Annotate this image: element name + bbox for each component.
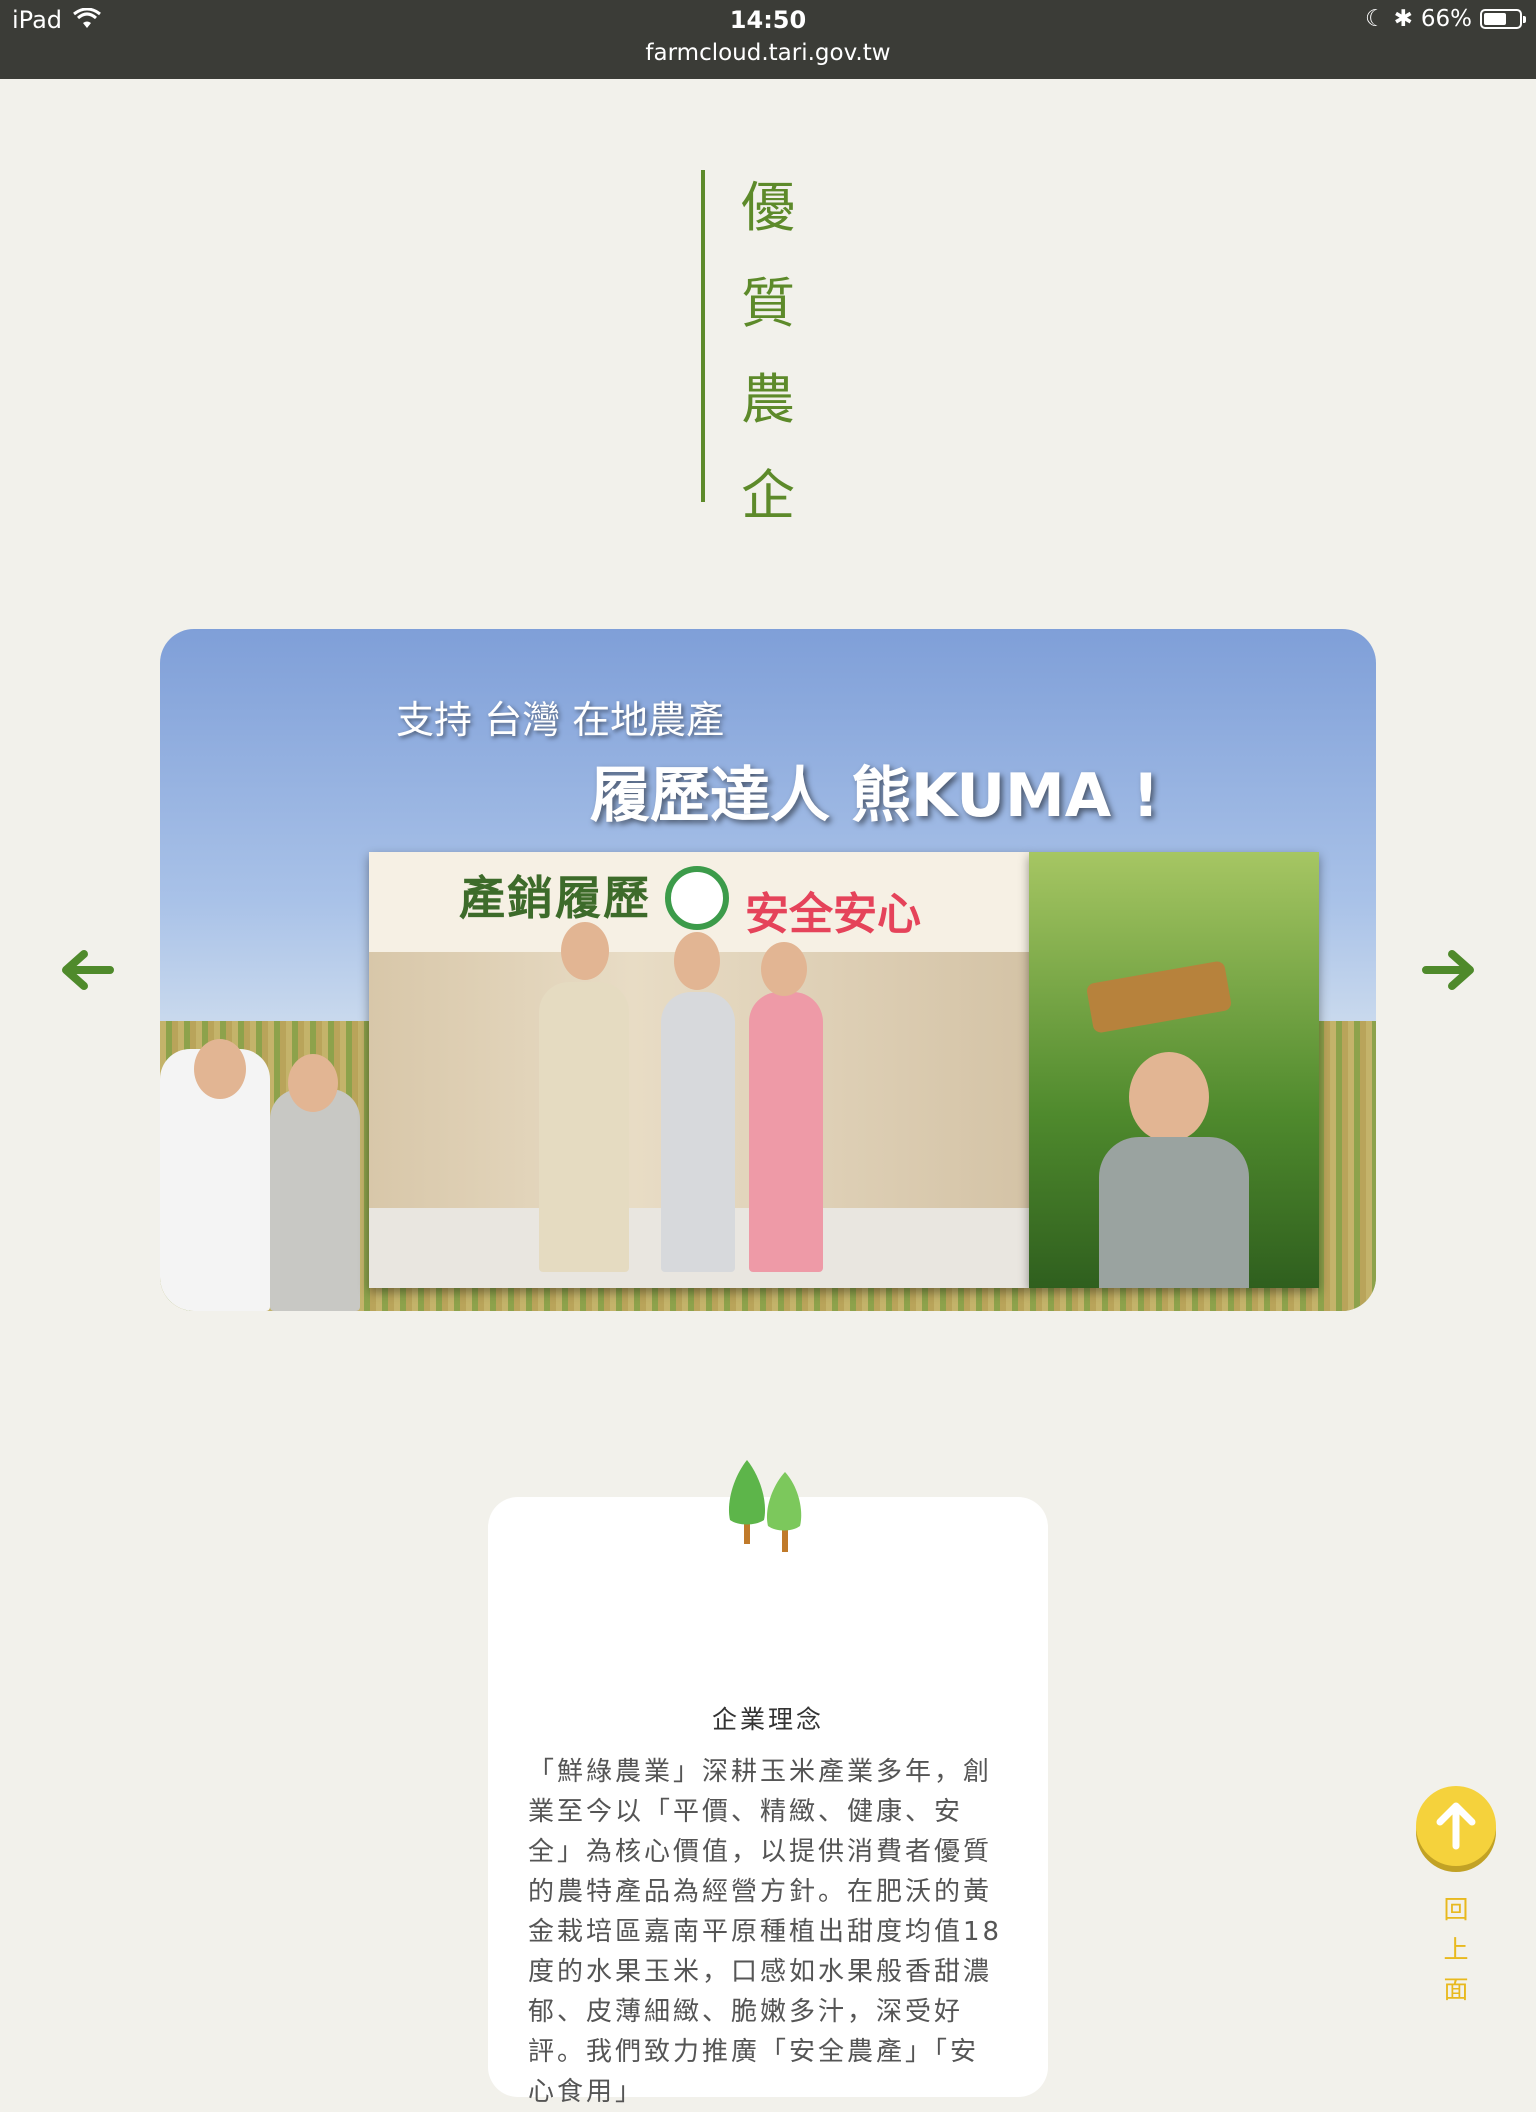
promo-banner[interactable]: 支持 台灣 在地農產 履歷達人 熊KUMA ! 產銷履歷 安全安心 <box>160 629 1376 1311</box>
status-bar: iPad 14:50 farmcloud.tari.gov.tw ☾ ✱ 66% <box>0 0 1536 79</box>
label-char: 回 <box>1443 1895 1469 1924</box>
guest-figure <box>749 992 823 1272</box>
event-banner-title: 產銷履歷 <box>459 871 651 925</box>
battery-percent: 66% <box>1420 6 1472 32</box>
farmer-figure <box>270 1089 360 1311</box>
arrow-left-icon[interactable] <box>56 945 116 995</box>
url-bar[interactable]: farmcloud.tari.gov.tw <box>0 40 1536 66</box>
back-to-top-label[interactable]: 回 上 面 <box>1440 1890 1472 2010</box>
clock: 14:50 <box>729 6 807 34</box>
tree-icon <box>728 1460 802 1552</box>
bluetooth-icon: ✱ <box>1393 6 1413 32</box>
moon-icon: ☾ <box>1364 6 1386 32</box>
card-body-text: 「鮮綠農業」深耕玉米產業多年，創業至今以「平價、精緻、健康、安全」為核心價值，以… <box>528 1757 1003 2107</box>
battery-icon <box>1480 9 1526 29</box>
card-title: 企業理念 <box>711 1705 824 1734</box>
chef-head <box>194 1039 246 1099</box>
winner-figure <box>661 992 735 1272</box>
corn-harvest-photo <box>1029 852 1319 1288</box>
event-photo: 產銷履歷 安全安心 <box>369 852 1029 1288</box>
back-to-top-button[interactable] <box>1416 1786 1496 1866</box>
label-char: 上 <box>1443 1935 1469 1964</box>
title-char: 質 <box>741 272 795 335</box>
status-right: ☾ ✱ 66% <box>1364 6 1526 32</box>
farmer-head <box>1129 1052 1209 1142</box>
farmer-figure <box>1099 1137 1249 1288</box>
title-char: 企 <box>741 464 795 527</box>
event-banner-title-right: 安全安心 <box>745 889 921 940</box>
winner-head <box>674 932 720 990</box>
farmer-head <box>288 1054 338 1112</box>
banner-subtitle: 支持 台灣 在地農產 <box>396 698 725 742</box>
section-title: 優 質 農 企 <box>738 160 798 544</box>
arrow-right-icon[interactable] <box>1420 945 1480 995</box>
official-figure <box>539 982 629 1272</box>
arrow-up-icon <box>1436 1802 1476 1850</box>
banner-headline: 履歷達人 熊KUMA ! <box>590 761 1160 831</box>
tap-logo-icon <box>665 866 729 930</box>
official-head <box>561 922 609 980</box>
guest-head <box>761 942 807 996</box>
corn-basket <box>1085 960 1233 1034</box>
label-char: 面 <box>1443 1975 1469 2004</box>
title-char: 農 <box>741 368 795 431</box>
title-char: 優 <box>741 176 795 239</box>
title-divider <box>701 170 705 502</box>
